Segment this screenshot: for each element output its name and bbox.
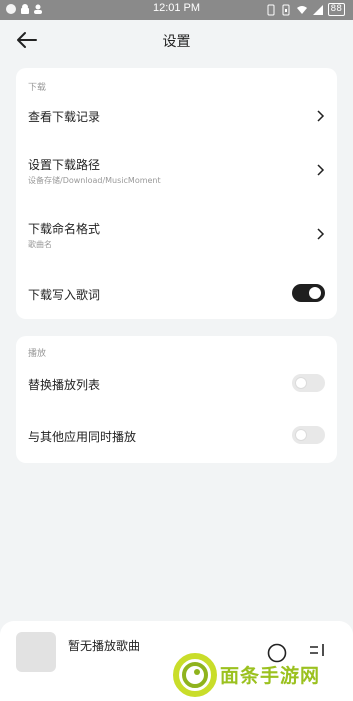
row-label: 下载写入歌词	[28, 288, 101, 302]
wifi-icon	[296, 5, 307, 14]
chevron-right-icon	[317, 228, 325, 240]
row-label: 替换播放列表	[28, 378, 101, 392]
watermark: 面条手游网	[172, 651, 353, 701]
status-bar: 12:01 PM 88	[0, 0, 353, 20]
download-settings-card: 下载 查看下载记录 设置下载路径 设备存储/Download/MusicMome…	[16, 68, 337, 319]
signal-icon	[312, 4, 323, 15]
watermark-logo-icon	[173, 653, 217, 697]
top-bar: 设置	[0, 20, 353, 60]
section-label-download: 下载	[28, 83, 47, 93]
row-label: 下载命名格式	[28, 222, 101, 236]
watermark-text: 面条手游网	[220, 665, 321, 687]
chevron-right-icon	[317, 164, 325, 176]
chevron-right-icon	[317, 110, 325, 122]
row-download-path[interactable]: 设置下载路径 设备存储/Download/MusicMoment	[16, 152, 337, 188]
row-label: 查看下载记录	[28, 110, 101, 124]
replace-playlist-toggle[interactable]	[292, 374, 325, 392]
battery-icon: 88	[327, 3, 345, 16]
play-with-other-apps-toggle[interactable]	[292, 426, 325, 444]
vibrate-icon	[267, 4, 275, 15]
toggle-knob	[295, 377, 307, 389]
write-lyrics-toggle[interactable]	[292, 284, 325, 302]
row-sublabel: 设备存储/Download/MusicMoment	[28, 176, 161, 185]
row-download-name-format[interactable]: 下载命名格式 歌曲名	[16, 216, 337, 252]
status-right-icons: 88	[266, 3, 345, 16]
row-view-download-history[interactable]: 查看下载记录	[16, 100, 337, 130]
page-title: 设置	[162, 34, 191, 50]
row-sublabel: 歌曲名	[28, 240, 52, 249]
section-label-playback: 播放	[28, 349, 47, 359]
row-replace-playlist[interactable]: 替换播放列表	[16, 372, 337, 396]
toggle-knob	[295, 429, 307, 441]
toggle-knob	[309, 287, 321, 299]
row-label: 与其他应用同时播放	[28, 430, 137, 444]
portrait-lock-icon	[282, 4, 290, 15]
row-play-with-other-apps[interactable]: 与其他应用同时播放	[16, 424, 337, 448]
row-write-lyrics[interactable]: 下载写入歌词	[16, 280, 337, 306]
album-cover	[16, 632, 56, 672]
now-playing-title: 暂无播放歌曲	[68, 639, 141, 653]
row-label: 设置下载路径	[28, 158, 101, 172]
playback-settings-card: 播放 替换播放列表 与其他应用同时播放	[16, 336, 337, 463]
